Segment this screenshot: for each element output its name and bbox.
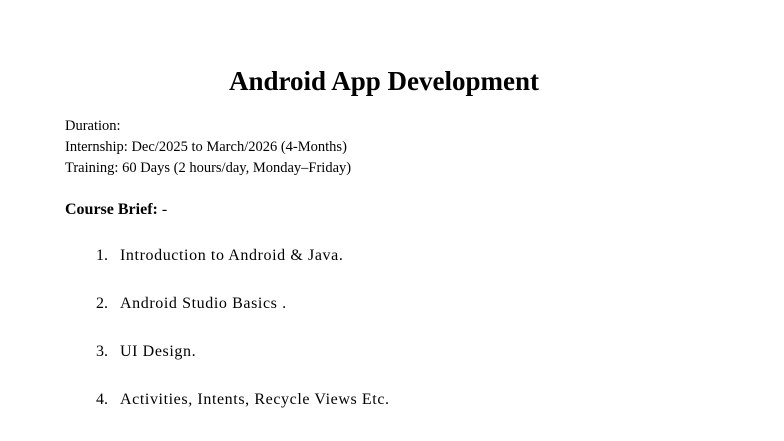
document-page: Android App Development Duration: Intern…: [0, 0, 784, 441]
list-item-number: 4.: [96, 391, 108, 408]
list-item-number: 1.: [96, 247, 108, 264]
list-item-number: 3.: [96, 343, 108, 360]
page-title: Android App Development: [228, 66, 540, 96]
internship-label: Internship: [65, 139, 124, 155]
training-line: Training: 60 Days (2 hours/day, Monday–F…: [65, 158, 351, 179]
list-item: 3. UI Design.: [96, 341, 196, 363]
list-item-text: Introduction to Android & Java.: [120, 247, 344, 264]
course-brief-suffix: -: [157, 201, 168, 218]
duration-label: Duration:: [65, 118, 121, 134]
list-item-text: Android Studio Basics .: [120, 295, 287, 312]
training-label: Training: [65, 160, 115, 176]
internship-line: Internship: Dec/2025 to March/2026 (4-Mo…: [65, 137, 351, 158]
course-details: Duration: Internship: Dec/2025 to March/…: [65, 116, 351, 179]
list-item: 2. Android Studio Basics .: [96, 293, 287, 315]
course-brief-label: Course Brief:: [65, 201, 158, 218]
course-brief-heading: Course Brief: -: [65, 199, 167, 221]
list-item: 1. Introduction to Android & Java.: [96, 245, 343, 267]
list-item: 4. Activities, Intents, Recycle Views Etc…: [96, 389, 390, 411]
list-item-number: 2.: [96, 295, 108, 312]
internship-value: : Dec/2025 to March/2026 (4-Months): [123, 139, 347, 155]
list-item-text: UI Design.: [120, 343, 197, 360]
training-value: : 60 Days (2 hours/day, Monday–Friday): [114, 160, 352, 176]
list-item-text: Activities, Intents, Recycle Views Etc.: [120, 391, 390, 408]
